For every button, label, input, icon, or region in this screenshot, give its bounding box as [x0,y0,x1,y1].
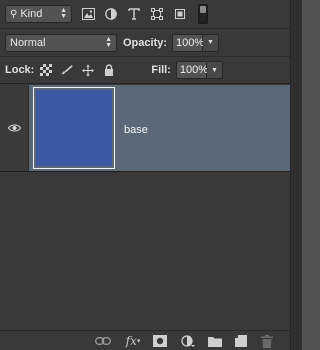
chevron-down-icon: ▼ [207,39,214,46]
kind-filter-label: Kind [20,8,43,20]
filter-toggle-switch[interactable] [198,4,208,24]
blend-mode-label: Normal [10,36,46,49]
layer-visibility-toggle[interactable] [0,85,29,171]
adjustment-filter-icon[interactable] [104,7,118,21]
filter-row: ⚲ Kind ▲ ▼ [0,0,290,28]
fill-input[interactable]: 100% [175,61,208,79]
search-icon: ⚲ [10,8,18,20]
lock-all-icon[interactable] [103,64,115,76]
kind-filter-dropdown[interactable]: ⚲ Kind ▲ ▼ [5,5,72,23]
blend-row: Normal ▲ ▼ Opacity: 100% ▼ [0,28,290,56]
blend-mode-dropdown[interactable]: Normal ▲ ▼ [5,33,117,52]
type-filter-icon[interactable] [127,7,141,21]
opacity-input[interactable]: 100% [172,33,204,52]
adjustment-layer-icon[interactable] [180,333,196,349]
eye-icon [7,124,21,132]
layer-thumbnail-image [36,90,112,166]
lock-position-icon[interactable] [82,64,95,76]
link-layers-icon[interactable] [95,333,111,349]
lock-label: Lock: [5,64,35,76]
layers-panel: ⚲ Kind ▲ ▼ Normal ▲ ▼ Opacity: 100% ▼ Lo… [0,0,290,350]
layer-mask-icon[interactable] [152,333,168,349]
fx-icon[interactable]: fx ▾ [125,333,141,349]
layer-thumbnail[interactable] [33,87,115,169]
new-layer-icon[interactable] [233,333,249,349]
chevron-down-icon: ▼ [210,66,218,74]
fill-label: Fill: [151,64,171,76]
opacity-dropdown-button[interactable]: ▼ [203,33,220,52]
layers-bottom-toolbar: fx ▾ [0,330,290,350]
layer-name[interactable]: base [124,124,148,136]
smart-object-filter-icon[interactable] [173,7,187,21]
opacity-label: Opacity: [123,36,168,49]
new-group-icon[interactable] [207,333,223,349]
fill-dropdown-button[interactable]: ▼ [206,61,223,79]
vertical-scrollbar[interactable] [290,0,302,350]
shape-filter-icon[interactable] [150,7,164,21]
chevron-updown-icon: ▲ ▼ [60,7,67,20]
lock-row: Lock: Fill: 100% ▼ [0,56,290,84]
image-filter-icon[interactable] [81,7,95,21]
delete-layer-icon[interactable] [259,333,275,349]
chevron-updown-icon: ▲ ▼ [105,35,112,49]
lock-transparent-pixels-icon[interactable] [40,64,53,76]
lock-image-pixels-icon[interactable] [61,64,74,76]
